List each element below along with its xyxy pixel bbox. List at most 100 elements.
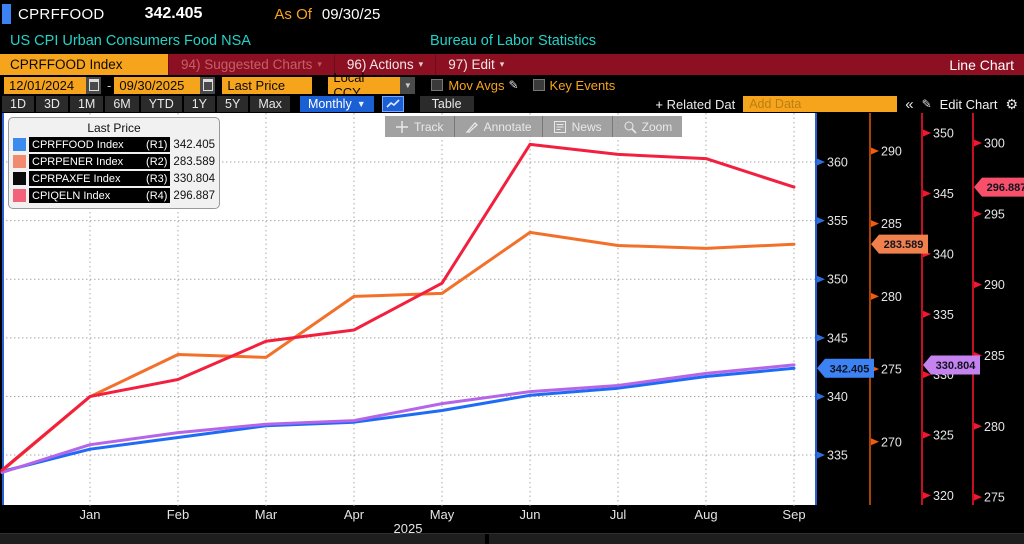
svg-text:283.589: 283.589 — [884, 239, 924, 251]
axis-tick-label: 320 — [933, 489, 954, 503]
series-last-value: 330.804 — [173, 173, 215, 185]
range-tab-ytd[interactable]: YTD — [141, 96, 182, 112]
last-price-value: 342.405 — [145, 5, 203, 23]
axis-tick-label: 270 — [881, 435, 902, 449]
line-chart-icon[interactable] — [382, 96, 404, 112]
range-tab-1d[interactable]: 1D — [2, 96, 34, 112]
x-axis-month-label: Aug — [694, 507, 717, 522]
axis-tick — [817, 217, 825, 224]
legend-item[interactable]: CPIQELN Index(R4)296.887 — [13, 187, 215, 204]
bottom-panel-strip — [0, 533, 1024, 544]
range-tab-1m[interactable]: 1M — [70, 96, 103, 112]
axis-tick-label: 295 — [984, 207, 1005, 221]
collapse-panel-button[interactable]: « — [905, 96, 913, 113]
series-swatch — [13, 138, 26, 151]
y-axis-r2[interactable]: 290 285 280 275 270 — [870, 113, 902, 505]
security-description: US CPI Urban Consumers Food NSA — [10, 33, 251, 49]
axis-tick-label: 280 — [881, 290, 902, 304]
legend-item[interactable]: CPRPENER Index(R2)283.589 — [13, 153, 215, 170]
description-bar: US CPI Urban Consumers Food NSA Bureau o… — [0, 28, 1024, 54]
gear-icon[interactable]: ⚙ — [1005, 96, 1018, 113]
currency-select[interactable]: Local CCY — [328, 77, 400, 94]
calendar-icon[interactable] — [86, 77, 101, 94]
menu-edit[interactable]: 97) Edit▾ — [435, 54, 516, 75]
data-source: Bureau of Labor Statistics — [430, 33, 596, 49]
series-swatch — [13, 155, 26, 168]
axis-tick — [817, 452, 825, 459]
axis-tick-label: 335 — [933, 308, 954, 322]
axis-tick — [817, 393, 825, 400]
price-field-select[interactable]: Last Price — [222, 77, 312, 94]
chevron-down-icon[interactable]: ▼ — [400, 77, 415, 94]
calendar-icon[interactable] — [200, 77, 215, 94]
series-last-value: 283.589 — [173, 156, 215, 168]
menu-suggested-charts[interactable]: 94) Suggested Charts▾ — [168, 54, 334, 75]
axis-tick — [871, 438, 879, 445]
add-data-input[interactable] — [743, 96, 897, 112]
overlay-news-button[interactable]: News — [542, 116, 612, 137]
axis-tick — [817, 159, 825, 166]
x-axis-month-label: Jan — [80, 507, 101, 522]
key-events-label: Key Events — [550, 78, 616, 93]
edit-chart-button[interactable]: Edit Chart — [940, 97, 998, 112]
chevron-down-icon: ▾ — [317, 59, 322, 70]
axis-tick-label: 325 — [933, 429, 954, 443]
axis-tick-label: 275 — [881, 363, 902, 377]
key-events-checkbox[interactable] — [533, 79, 545, 91]
security-input[interactable]: CPRFFOOD Index — [0, 54, 168, 75]
axis-tick-label: 290 — [984, 278, 1005, 292]
axis-tick — [817, 334, 825, 341]
axis-tick-label: 285 — [881, 217, 902, 231]
range-tab-max[interactable]: Max — [250, 96, 290, 112]
panel-divider — [485, 534, 489, 544]
pencil-icon[interactable]: ✎ — [508, 78, 518, 92]
last-price-badge-r2: 283.589 — [871, 235, 928, 254]
menu-bar: CPRFFOOD Index 94) Suggested Charts▾ 96)… — [0, 54, 1024, 75]
x-axis-month-label: Jul — [610, 507, 627, 522]
period-select[interactable]: Monthly▼ — [300, 96, 374, 112]
axis-tick-label: 360 — [827, 156, 848, 170]
date-range-dash: - — [107, 78, 111, 93]
end-date-input[interactable]: 09/30/2025 — [114, 77, 200, 94]
mov-avgs-checkbox[interactable] — [431, 79, 443, 91]
axis-tick — [923, 492, 931, 499]
window-grip-icon[interactable] — [2, 4, 11, 24]
axis-tick-label: 345 — [827, 331, 848, 345]
as-of-date: 09/30/25 — [322, 6, 380, 23]
table-button[interactable]: Table — [420, 96, 474, 112]
axis-tick-label: 275 — [984, 491, 1005, 505]
axis-tick-label: 290 — [881, 144, 902, 158]
series-name-chip: CPRPAXFE Index(R3) — [29, 171, 170, 186]
start-date-input[interactable]: 12/01/2024 — [4, 77, 86, 94]
axis-tick — [871, 293, 879, 300]
y-axis-r4[interactable]: 300295290285280275 — [973, 113, 1005, 505]
axis-tick — [923, 311, 931, 318]
overlay-annotate-button[interactable]: Annotate — [454, 116, 542, 137]
annotate-icon — [465, 120, 479, 134]
pencil-icon[interactable]: ✎ — [922, 97, 932, 111]
related-data-button[interactable]: + Related Dat — [655, 97, 735, 112]
overlay-zoom-button[interactable]: Zoom — [612, 116, 683, 137]
axis-tick-label: 300 — [984, 137, 1005, 151]
ticker-bar: CPRFFOOD 342.405 As Of 09/30/25 — [0, 0, 1024, 28]
axis-tick — [923, 190, 931, 197]
as-of-label: As Of — [274, 6, 312, 23]
y-axis-r1[interactable]: 360355350345340335 — [816, 113, 848, 505]
range-tab-3d[interactable]: 3D — [36, 96, 68, 112]
axis-tick — [974, 210, 982, 217]
axis-tick-label: 280 — [984, 420, 1005, 434]
chart-controls-bar: 12/01/2024 - 09/30/2025 Last Price Local… — [0, 75, 1024, 95]
x-axis-month-label: Sep — [782, 507, 805, 522]
range-tab-5y[interactable]: 5Y — [217, 96, 248, 112]
range-tab-1y[interactable]: 1Y — [184, 96, 215, 112]
y-axis-r3[interactable]: 350345340335330325320 — [922, 113, 954, 505]
bloomberg-terminal-window: JanFebMarAprMayJunJulAugSep2025360355350… — [0, 0, 1024, 544]
chart-tools-overlay: TrackAnnotateNewsZoom — [385, 116, 682, 137]
legend-item[interactable]: CPRPAXFE Index(R3)330.804 — [13, 170, 215, 187]
axis-tick-label: 340 — [933, 247, 954, 261]
series-last-value: 342.405 — [173, 139, 215, 151]
range-tab-6m[interactable]: 6M — [105, 96, 138, 112]
legend-item[interactable]: CPRFFOOD Index(R1)342.405 — [13, 136, 215, 153]
chart-type-label: Line Chart — [949, 57, 1024, 73]
overlay-track-button[interactable]: Track — [385, 116, 454, 137]
